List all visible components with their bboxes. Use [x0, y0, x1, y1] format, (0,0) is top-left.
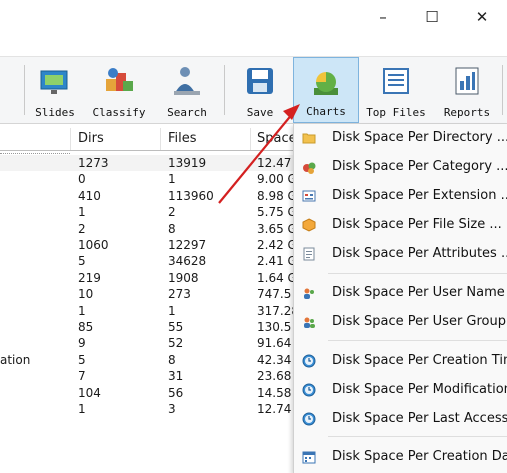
annotation-arrow	[218, 104, 300, 204]
